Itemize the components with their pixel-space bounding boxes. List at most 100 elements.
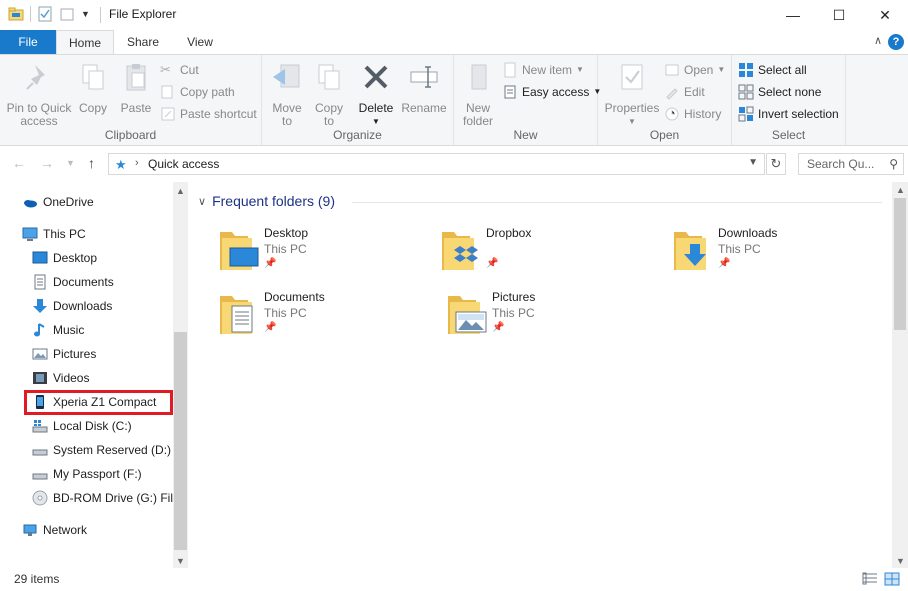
nav-scrollbar[interactable]: ▲ ▼ [173,182,188,568]
tab-view[interactable]: View [178,30,222,54]
paste-label: Paste [120,101,152,115]
nav-item-my-passport-f[interactable]: My Passport (F:) [32,463,142,485]
address-dropdown-icon[interactable]: ▼ [748,157,758,168]
nav-label-pictures: Pictures [53,347,97,361]
pin-to-quick-access-button[interactable]: Pin to Quick access [6,59,72,128]
nav-item-documents[interactable]: Documents [32,271,114,293]
nav-item-this-pc[interactable]: This PC [22,223,86,245]
nav-item-videos[interactable]: Videos [32,367,89,389]
collapse-chevron-icon[interactable]: ∨ [198,195,206,208]
nav-item-bd-rom-drive-g[interactable]: BD-ROM Drive (G:) File [32,487,180,509]
breadcrumb-quick-access[interactable]: Quick access [148,157,219,171]
new-folder-qat-icon[interactable] [59,6,75,22]
collapse-ribbon-icon[interactable]: ∧ [874,34,882,47]
copy-to-icon [318,64,340,90]
nav-item-desktop[interactable]: Desktop [32,247,97,269]
tab-file[interactable]: File [0,30,56,54]
history-icon [665,107,679,121]
minimize-icon[interactable]: — [770,0,816,30]
folder-tile-dropbox[interactable]: Dropbox 📌 [440,226,660,282]
delete-icon [364,65,388,89]
details-view-icon[interactable] [862,572,878,586]
nav-label-onedrive: OneDrive [43,195,94,209]
breadcrumb-chevron-icon[interactable]: › [135,157,139,169]
properties-button[interactable]: Properties ▼ [602,59,662,128]
scroll-down-icon[interactable]: ▼ [896,556,905,566]
up-arrow-icon[interactable]: ↑ [88,155,95,171]
close-icon[interactable]: ✕ [862,0,908,30]
edit-button[interactable]: Edit [664,83,705,101]
group-organize: Move to Copy to Delete ▼ Rename Organize [262,55,454,145]
forward-arrow-icon[interactable]: → [40,155,54,171]
section-title: Frequent folders (9) [212,193,336,209]
nav-item-system-reserved-d[interactable]: System Reserved (D:) [32,439,171,461]
group-open: Properties ▼ Open ▼ Edit History Open [598,55,732,145]
select-none-icon [738,84,754,100]
nav-item-network[interactable]: Network [22,519,87,541]
nav-label-system-reserved: System Reserved (D:) [53,443,172,457]
nav-item-downloads[interactable]: Downloads [32,295,112,317]
scroll-up-icon[interactable]: ▲ [176,186,185,196]
downloads-folder-icon [674,232,706,270]
address-bar[interactable]: ★ › Quick access ▼ [108,153,765,175]
select-all-button[interactable]: Select all [738,61,807,79]
copy-button[interactable]: Copy [74,59,112,115]
large-icons-view-icon[interactable] [884,572,900,586]
paste-button[interactable]: Paste [116,59,156,115]
nav-item-local-disk-c[interactable]: Local Disk (C:) [32,415,132,437]
move-to-button[interactable]: Move to [268,59,306,128]
invert-selection-button[interactable]: Invert selection [738,105,839,123]
content-scrollbar-thumb[interactable] [894,198,906,330]
frequent-folders-header[interactable]: ∨ Frequent folders (9) [198,193,335,209]
copy-to-button[interactable]: Copy to [310,59,348,128]
properties-qat-icon[interactable] [37,6,53,22]
easy-access-button[interactable]: Easy access ▼ [502,83,601,101]
delete-dropdown-icon[interactable]: ▼ [356,115,396,128]
copy-path-button[interactable]: Copy path [160,83,235,101]
refresh-icon[interactable]: ↻ [766,153,786,175]
tab-home[interactable]: Home [56,30,114,55]
search-input[interactable]: Search Qu... ⚲ [798,153,904,175]
folder-tile-downloads[interactable]: Downloads This PC 📌 [672,226,892,282]
file-explorer-icon[interactable] [8,6,24,22]
nav-item-onedrive[interactable]: OneDrive [22,191,94,213]
copy-icon [82,64,104,90]
nav-item-music[interactable]: Music [32,319,84,341]
quick-access-star-icon: ★ [115,157,127,172]
scroll-down-icon[interactable]: ▼ [176,556,185,566]
nav-item-pictures[interactable]: Pictures [32,343,96,365]
videos-icon [33,372,47,384]
new-folder-button[interactable]: New folder [458,59,498,128]
content-scrollbar[interactable]: ▲ ▼ [892,182,908,568]
select-none-button[interactable]: Select none [738,83,821,101]
nav-label-documents: Documents [53,275,114,289]
nav-scrollbar-thumb[interactable] [174,332,187,550]
rename-button[interactable]: Rename [400,59,448,115]
nav-label-bd-rom: BD-ROM Drive (G:) File [53,491,180,505]
recent-locations-icon[interactable]: ▼ [66,158,75,168]
pinned-icon: 📌 [718,258,731,269]
onedrive-icon [24,200,37,208]
cut-button[interactable]: ✂ Cut [160,61,199,79]
help-icon[interactable]: ? [888,34,904,50]
folder-tile-desktop[interactable]: Desktop This PC 📌 [218,226,438,282]
new-item-button[interactable]: New item ▼ [502,61,584,79]
history-button[interactable]: History [664,105,721,123]
folder-tile-documents[interactable]: Documents This PC 📌 [218,290,438,346]
open-button[interactable]: Open ▼ [664,61,725,79]
cut-label: Cut [180,63,199,77]
back-arrow-icon[interactable]: ← [12,155,26,171]
maximize-icon[interactable]: ☐ [816,0,862,30]
properties-dropdown-icon[interactable]: ▼ [602,115,662,128]
folder-tile-pictures[interactable]: Pictures This PC 📌 [446,290,666,346]
search-placeholder: Search Qu... [807,157,875,171]
external-drive-icon [32,473,48,480]
tab-share[interactable]: Share [118,30,168,54]
customize-qat-icon[interactable]: ▼ [81,9,90,19]
delete-button[interactable]: Delete ▼ [356,59,396,128]
pinned-icon: 📌 [486,258,499,269]
title-bar: ▼ File Explorer — ☐ ✕ [0,0,908,30]
paste-shortcut-button[interactable]: Paste shortcut [160,105,257,123]
new-item-dropdown-icon: ▼ [576,65,584,74]
scroll-up-icon[interactable]: ▲ [896,185,905,195]
